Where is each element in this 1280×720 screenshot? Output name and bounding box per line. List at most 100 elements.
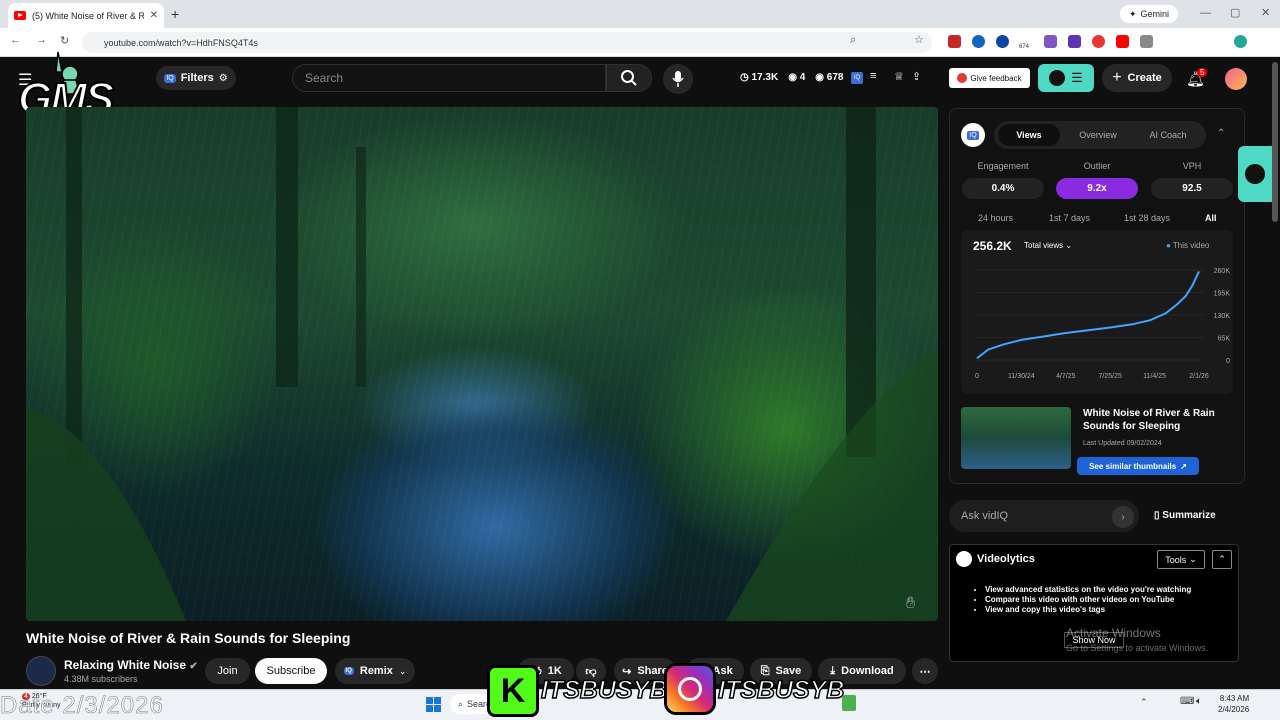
extension-icon[interactable]: [1116, 35, 1129, 48]
total-views-dropdown[interactable]: Total views ⌄: [1024, 241, 1072, 250]
clock-icon: ◷: [740, 72, 749, 83]
reload-icon[interactable]: ↻: [60, 34, 69, 47]
similar-thumbnail[interactable]: [961, 407, 1071, 469]
range-28d[interactable]: 1st 28 days: [1124, 213, 1170, 223]
create-button[interactable]: + Create: [1102, 64, 1172, 92]
browser-tab[interactable]: (5) White Noise of River & Rain ✕: [8, 3, 164, 28]
bullet-item: View advanced statistics on the video yo…: [985, 585, 1191, 595]
close-tab-icon[interactable]: ✕: [150, 10, 158, 21]
see-similar-button[interactable]: See similar thumbnails ↗: [1077, 457, 1199, 475]
brand-handle-2: ITSBUSYB: [717, 675, 845, 705]
extension-icon[interactable]: [1044, 35, 1057, 48]
vidiq-menu-button[interactable]: ☰: [1038, 64, 1094, 92]
subscriber-count: 4.38M subscribers: [64, 674, 138, 684]
chevron-down-icon: ⌄: [1189, 554, 1197, 564]
collapse-button[interactable]: ⌃: [1212, 550, 1232, 569]
y-tick-label: 65K: [1218, 336, 1230, 343]
bullet-item: Compare this video with other videos on …: [985, 595, 1191, 605]
vidiq-side-button[interactable]: [1238, 146, 1272, 202]
summarize-button[interactable]: ▯ Summarize: [1154, 510, 1216, 521]
extension-icon[interactable]: [996, 35, 1009, 48]
page-scrollbar[interactable]: [1272, 62, 1278, 222]
bullet-item: View and copy this video's tags: [985, 605, 1191, 615]
chart-legend: ● This video: [1166, 241, 1209, 250]
channel-watermark-icon: ✋︎: [906, 595, 916, 612]
videolytics-logo-icon: [956, 551, 972, 567]
extension-badge: 674: [1019, 44, 1030, 50]
new-tab-button[interactable]: +: [171, 6, 179, 22]
forward-icon[interactable]: →: [36, 34, 47, 46]
zoom-icon[interactable]: ⌕: [850, 34, 856, 47]
search-button[interactable]: [606, 64, 652, 92]
range-all[interactable]: All: [1205, 213, 1217, 223]
taskbar-clock[interactable]: 8:43 AM 2/4/2026: [1218, 693, 1249, 715]
date-overlay: Date 2/3/2026: [0, 692, 164, 720]
subscribe-button[interactable]: Subscribe: [255, 658, 327, 684]
hamburger-icon: ☰: [1071, 70, 1083, 85]
instagram-logo-icon: [664, 663, 716, 715]
bookmark-star-icon[interactable]: ☆: [914, 33, 924, 46]
x-tick-label: 2/1/26: [1189, 373, 1209, 380]
browser-tab-bar: (5) White Noise of River & Rain ✕ + ✦Gem…: [0, 0, 1280, 28]
list-icon[interactable]: ≡: [870, 70, 876, 82]
vidiq-icon: IQ: [343, 667, 354, 675]
y-tick-label: 130K: [1214, 313, 1230, 320]
tab-overview[interactable]: Overview: [1066, 130, 1130, 140]
extension-icon[interactable]: [1068, 35, 1081, 48]
minimize-icon[interactable]: —: [1200, 7, 1211, 19]
legend-label: This video: [1172, 241, 1210, 250]
maximize-icon[interactable]: ▢: [1230, 6, 1240, 19]
give-feedback-button[interactable]: Give feedback: [949, 68, 1030, 88]
external-link-icon: ↗: [1180, 461, 1187, 471]
stat-clock: ◷ 17.3K: [740, 72, 779, 83]
volume-icon[interactable]: 🔈︎: [1196, 696, 1202, 707]
profile-avatar[interactable]: [1234, 35, 1247, 48]
network-icon[interactable]: ⌨: [1180, 696, 1194, 707]
y-tick-label: 0: [1226, 358, 1230, 365]
ask-send-button[interactable]: ›: [1112, 506, 1134, 528]
remix-button[interactable]: IQ Remix ⌄: [335, 658, 415, 684]
search-input[interactable]: Search: [292, 64, 606, 92]
account-avatar[interactable]: [1225, 68, 1247, 90]
extension-icon[interactable]: [948, 35, 961, 48]
channel-name[interactable]: Relaxing White Noise ✔: [64, 658, 198, 672]
channel-avatar[interactable]: [26, 656, 56, 686]
extensions-puzzle-icon[interactable]: [1140, 35, 1153, 48]
tab-ai-coach[interactable]: AI Coach: [1136, 130, 1200, 140]
metric-engagement-label: Engagement: [977, 161, 1029, 171]
views-chart: 260K 195K 130K 65K 0 0 11/30/24 4/7/25 7/25/25 11…: [974, 268, 1230, 380]
gemini-icon: ✦: [1128, 8, 1137, 19]
x-tick-label: 7/25/25: [1099, 373, 1122, 380]
tab-views[interactable]: Views: [998, 124, 1060, 146]
close-window-icon[interactable]: ✕: [1261, 6, 1270, 19]
metric-engagement-value: 0.4%: [962, 178, 1044, 199]
videolytics-bullets: View advanced statistics on the video yo…: [985, 585, 1191, 615]
taskbar-app-icon[interactable]: [842, 695, 856, 711]
trophy-icon[interactable]: ♕: [894, 70, 904, 83]
extension-icon[interactable]: [1092, 35, 1105, 48]
microphone-icon: [672, 71, 684, 87]
windows-start-icon[interactable]: [426, 697, 441, 712]
share-icon[interactable]: ⇪: [912, 70, 921, 83]
x-tick-label: 0: [975, 373, 979, 380]
verified-icon: ✔: [189, 661, 198, 672]
back-icon[interactable]: ←: [10, 34, 21, 46]
chevron-up-icon[interactable]: ⌃: [1217, 128, 1225, 139]
extension-icon[interactable]: [972, 35, 985, 48]
metric-outlier-label: Outlier: [1083, 161, 1111, 171]
vidiq-icon[interactable]: IQ: [851, 72, 863, 84]
tools-button[interactable]: Tools ⌄: [1157, 550, 1205, 569]
filters-button[interactable]: IQ Filters ⚙: [156, 66, 236, 90]
ask-vidiq-input[interactable]: Ask vidIQ: [949, 500, 1139, 532]
gemini-button[interactable]: ✦ Gemini: [1120, 5, 1178, 23]
stat-eye: ◉ 4: [788, 72, 806, 83]
video-player[interactable]: ✋︎: [26, 107, 938, 621]
tray-chevron-icon[interactable]: ⌃: [1140, 697, 1148, 708]
address-bar-row: ← → ↻ youtube.com/watch?v=HdhFNSQ4T4s ⌕ …: [0, 28, 1280, 57]
url-field[interactable]: youtube.com/watch?v=HdhFNSQ4T4s: [82, 32, 932, 53]
more-actions-button[interactable]: ⋯: [912, 658, 938, 684]
join-button[interactable]: Join: [205, 658, 250, 684]
range-7d[interactable]: 1st 7 days: [1049, 213, 1090, 223]
range-24h[interactable]: 24 hours: [978, 213, 1013, 223]
voice-search-button[interactable]: [663, 64, 693, 94]
